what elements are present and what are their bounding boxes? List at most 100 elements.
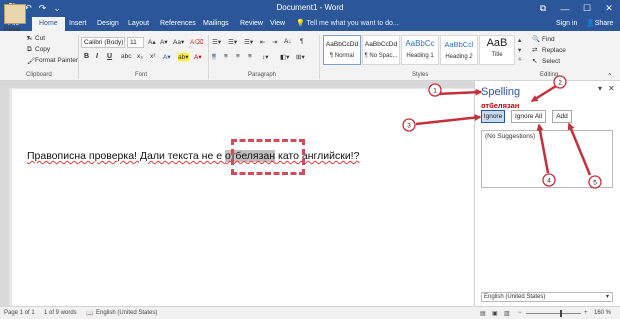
zoom-in-icon[interactable]: +: [584, 310, 588, 316]
language-status[interactable]: English (United States): [96, 310, 157, 316]
highlight-icon[interactable]: ab▾: [178, 53, 189, 61]
tab-view[interactable]: View: [270, 17, 285, 31]
font-size-select[interactable]: 11: [127, 37, 144, 48]
cut-button[interactable]: Cut: [35, 35, 45, 42]
cut-icon: ✂: [27, 36, 33, 43]
window-title: Document1 - Word: [276, 3, 344, 12]
document-page[interactable]: [12, 89, 474, 306]
proofing-icon[interactable]: 📖: [86, 310, 93, 317]
zoom-slider[interactable]: [526, 313, 581, 314]
spelling-pane-title: Spelling: [481, 86, 521, 98]
language-select[interactable]: English (United States): [481, 292, 613, 302]
underline-button[interactable]: U: [107, 53, 112, 60]
find-button[interactable]: Find: [542, 36, 555, 43]
paste-button[interactable]: [4, 4, 26, 24]
styles-scroll-down-icon[interactable]: ▾: [518, 46, 521, 54]
tab-insert[interactable]: Insert: [69, 17, 87, 31]
find-icon: 🔍: [532, 36, 541, 43]
share-label: Share: [594, 20, 614, 27]
font-group-label: Font: [135, 72, 148, 78]
editing-group-label: Editing: [540, 72, 559, 78]
tab-design[interactable]: Design: [97, 17, 119, 31]
tab-mailings[interactable]: Mailings: [203, 17, 229, 31]
text-effects-icon[interactable]: A▾: [163, 53, 171, 61]
align-center-icon[interactable]: ≡: [224, 53, 228, 60]
pane-close-icon[interactable]: ✕: [608, 84, 615, 93]
paste-label[interactable]: Paste: [4, 26, 21, 33]
style-heading-2[interactable]: AaBbCcl Heading 2: [440, 35, 478, 65]
tab-review[interactable]: Review: [240, 17, 263, 31]
sign-in-link[interactable]: Sign in: [556, 17, 577, 31]
line-spacing-icon[interactable]: ↕▾: [262, 53, 269, 61]
align-left-icon[interactable]: ≡: [212, 53, 216, 60]
sort-icon[interactable]: A↓: [284, 38, 292, 45]
share-button[interactable]: 👤Share: [586, 17, 613, 31]
zoom-out-icon[interactable]: −: [518, 310, 522, 316]
pane-options-icon[interactable]: ▾: [598, 84, 602, 93]
vertical-ruler: [0, 81, 9, 306]
horizontal-ruler: [9, 81, 474, 88]
tell-me-box[interactable]: 💡 Tell me what you want to do...: [296, 17, 399, 31]
ignore-all-button[interactable]: Ignore All: [511, 110, 546, 123]
minimize-button[interactable]: —: [554, 0, 576, 17]
styles-scroll-up-icon[interactable]: ▴: [518, 36, 521, 44]
tab-references[interactable]: References: [160, 17, 196, 31]
decrease-indent-icon[interactable]: ⇤: [260, 38, 265, 46]
numbering-icon[interactable]: ☰▾: [228, 38, 237, 46]
increase-indent-icon[interactable]: ⇥: [272, 38, 277, 46]
zoom-slider-thumb[interactable]: [560, 310, 562, 317]
print-layout-icon[interactable]: ▣: [492, 310, 498, 317]
bold-button[interactable]: B: [84, 53, 89, 60]
flagged-word: отбелязан: [481, 101, 520, 110]
tab-home[interactable]: Home: [32, 17, 65, 31]
ignore-button[interactable]: Ignore: [481, 110, 505, 123]
font-color-icon[interactable]: A▾: [194, 53, 202, 61]
document-text[interactable]: Правописна проверка! Дали текста не е от…: [27, 150, 359, 162]
align-right-icon[interactable]: ≡: [236, 53, 240, 60]
font-family-select[interactable]: Calibri (Body): [81, 37, 125, 48]
tab-layout[interactable]: Layout: [128, 17, 149, 31]
text-segment: Правописна проверка! Дали текста не е: [27, 150, 225, 162]
shrink-font-icon[interactable]: A▾: [160, 38, 168, 46]
superscript-icon[interactable]: x²: [150, 53, 155, 60]
multilevel-list-icon[interactable]: ☰▾: [244, 38, 253, 46]
format-painter-button[interactable]: Format Painter: [35, 57, 78, 64]
styles-more-icon[interactable]: ⩡: [518, 56, 522, 64]
style-name: ¶ Normal: [329, 53, 355, 59]
select-button[interactable]: Select: [542, 58, 560, 65]
italic-button[interactable]: I: [96, 53, 98, 60]
word-count[interactable]: 1 of 9 words: [44, 310, 77, 316]
web-layout-icon[interactable]: ▥: [504, 310, 510, 317]
group-divider: [208, 35, 209, 79]
collapse-ribbon-icon[interactable]: ⌃: [607, 72, 612, 80]
clear-formatting-icon[interactable]: A⌫: [190, 38, 204, 46]
add-button[interactable]: Add: [552, 110, 572, 123]
language-dropdown-icon[interactable]: ▾: [606, 293, 609, 300]
change-case-icon[interactable]: Aa▾: [173, 38, 184, 46]
suggestions-list[interactable]: (No Suggestions): [481, 130, 613, 188]
borders-icon[interactable]: ⊞▾: [296, 53, 305, 61]
justify-icon[interactable]: ≡: [248, 53, 252, 60]
read-mode-icon[interactable]: ▤: [480, 310, 486, 317]
ribbon-tabs: File Home Insert Design Layout Reference…: [0, 17, 620, 31]
copy-button[interactable]: Copy: [35, 46, 50, 53]
style-heading-1[interactable]: AaBbCc Heading 1: [401, 35, 439, 65]
grow-font-icon[interactable]: A▴: [148, 38, 156, 46]
bullets-icon[interactable]: ☰▾: [212, 38, 221, 46]
status-bar: Page 1 of 1 1 of 9 words 📖 English (Unit…: [0, 306, 620, 319]
strikethrough-icon[interactable]: abc: [121, 53, 131, 60]
ribbon-display-icon[interactable]: ⧉: [532, 0, 554, 17]
style-title[interactable]: AaB Title: [479, 35, 515, 65]
style-normal[interactable]: AaBbCcDd ¶ Normal: [323, 35, 361, 65]
maximize-button[interactable]: ☐: [576, 0, 598, 17]
zoom-level[interactable]: 160 %: [594, 310, 611, 316]
style-preview: AaBbCc: [405, 39, 435, 48]
style-no-spacing[interactable]: AaBbCcDd ¶ No Spac...: [362, 35, 400, 65]
show-marks-icon[interactable]: ¶: [300, 38, 304, 45]
page-count[interactable]: Page 1 of 1: [4, 310, 35, 316]
shading-icon[interactable]: ◧▾: [280, 53, 289, 61]
paragraph-group-label: Paragraph: [248, 72, 277, 78]
replace-button[interactable]: Replace: [542, 47, 566, 54]
subscript-icon[interactable]: x₂: [137, 53, 143, 60]
close-button[interactable]: ✕: [598, 0, 620, 17]
